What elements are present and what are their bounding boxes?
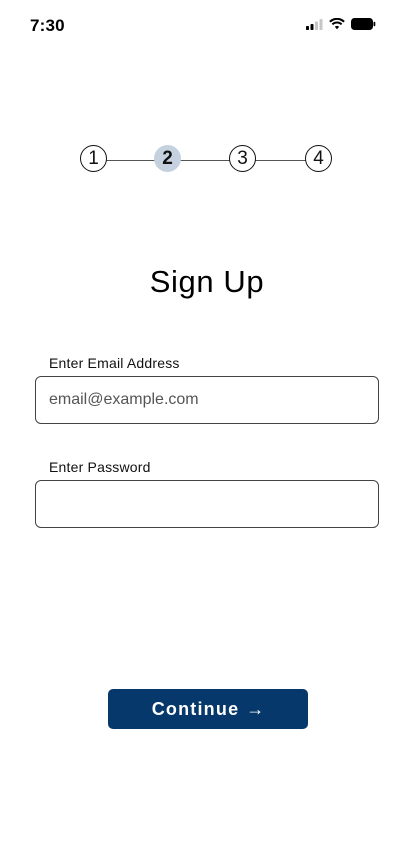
cellular-signal-icon: [306, 18, 323, 30]
status-icons: [306, 18, 376, 30]
password-label: Enter Password: [49, 459, 151, 475]
step-4: 4: [305, 145, 332, 172]
continue-button-label: Continue: [151, 698, 240, 719]
step-2-current: 2: [154, 145, 181, 172]
status-time: 7:30: [30, 16, 65, 35]
email-field[interactable]: [35, 376, 379, 424]
step-1: 1: [80, 145, 107, 172]
stepper-line: [94, 160, 320, 161]
step-3: 3: [229, 145, 256, 172]
arrow-right-icon: →: [246, 698, 265, 719]
progress-stepper: 1 2 3 4: [80, 145, 334, 177]
battery-icon: [351, 18, 376, 30]
status-bar: 7:30: [0, 0, 414, 50]
wifi-icon: [329, 18, 345, 30]
page-title: Sign Up: [149, 264, 265, 299]
password-field[interactable]: [35, 480, 379, 528]
email-label: Enter Email Address: [49, 355, 180, 371]
continue-button[interactable]: Continue →: [108, 689, 308, 729]
